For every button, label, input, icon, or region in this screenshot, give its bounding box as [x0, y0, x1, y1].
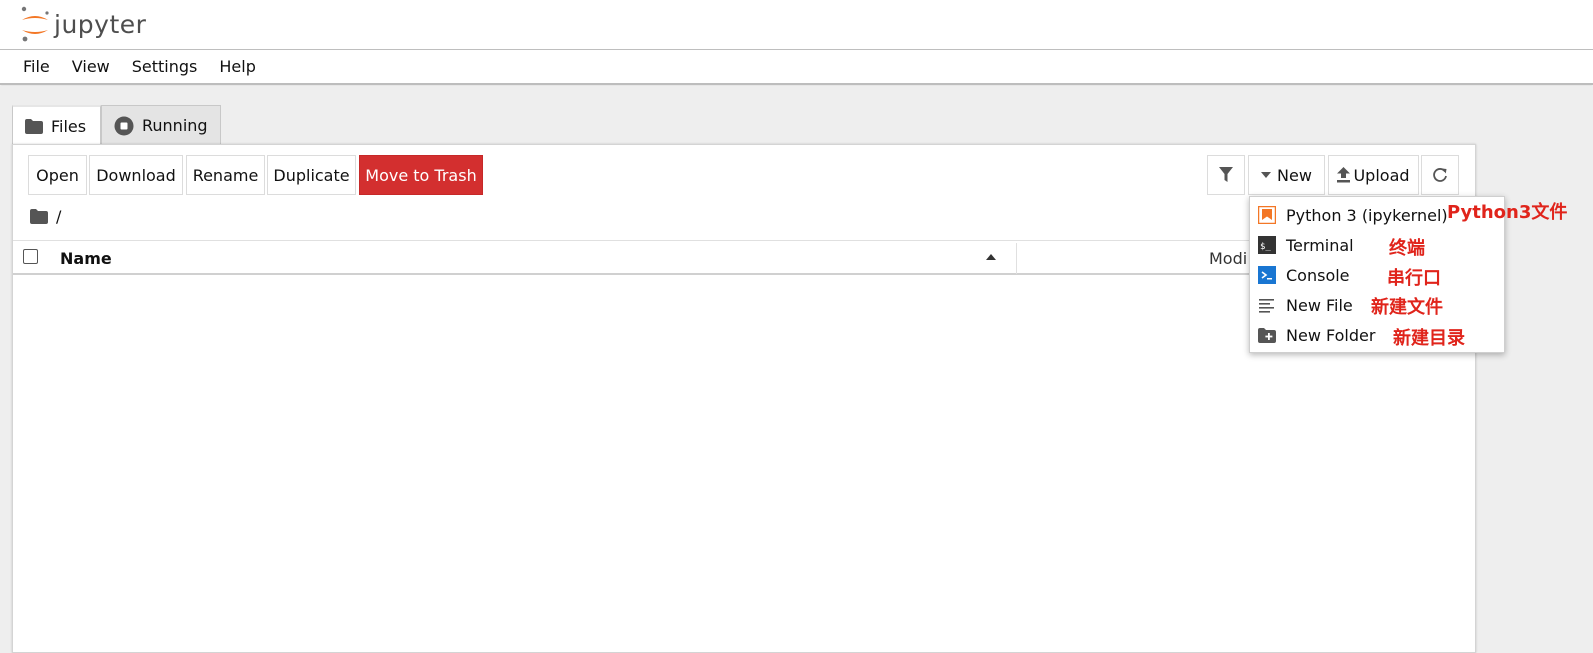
- move-to-trash-button[interactable]: Move to Trash: [359, 155, 483, 195]
- svg-text:$_: $_: [1260, 242, 1271, 252]
- menu-item-new-folder[interactable]: New Folder: [1258, 323, 1375, 347]
- tab-files-label: Files: [51, 116, 87, 136]
- duplicate-button[interactable]: Duplicate: [267, 155, 356, 195]
- download-button[interactable]: Download: [89, 155, 183, 195]
- menu-item-console-label: Console: [1286, 265, 1350, 285]
- folder-icon: [25, 118, 43, 134]
- menu-settings[interactable]: Settings: [121, 57, 209, 76]
- tab-files[interactable]: Files: [12, 105, 101, 145]
- annotation-console: 串行口: [1387, 268, 1441, 289]
- menu-item-new-file[interactable]: New File: [1258, 293, 1353, 317]
- select-all-checkbox[interactable]: [23, 249, 38, 264]
- menu-bar: File View Settings Help: [0, 50, 1593, 85]
- annotation-python3: Python3文件: [1447, 202, 1568, 223]
- upload-icon: [1337, 167, 1351, 183]
- new-folder-icon: [1258, 326, 1276, 344]
- column-divider[interactable]: [1016, 243, 1017, 274]
- menu-help[interactable]: Help: [208, 57, 266, 76]
- menu-item-terminal-label: Terminal: [1286, 235, 1354, 255]
- rename-button[interactable]: Rename: [186, 155, 265, 195]
- upload-button-label: Upload: [1353, 165, 1410, 185]
- annotation-new-file: 新建文件: [1371, 297, 1443, 318]
- menu-item-python3-label: Python 3 (ipykernel): [1286, 205, 1448, 225]
- tab-running-label: Running: [142, 116, 208, 135]
- breadcrumb: /: [30, 207, 61, 226]
- new-button[interactable]: New: [1248, 155, 1325, 195]
- menu-file[interactable]: File: [12, 57, 61, 76]
- menu-view[interactable]: View: [61, 57, 121, 76]
- stop-circle-icon: [114, 116, 134, 135]
- breadcrumb-root[interactable]: /: [56, 207, 61, 226]
- annotation-terminal: 终端: [1389, 238, 1425, 259]
- folder-icon[interactable]: [30, 209, 48, 224]
- menu-item-new-folder-label: New Folder: [1286, 325, 1376, 345]
- sort-ascending-icon[interactable]: [986, 254, 996, 260]
- text-file-icon: [1258, 296, 1276, 314]
- column-name[interactable]: Name: [60, 249, 112, 268]
- refresh-button[interactable]: [1421, 155, 1459, 195]
- menu-item-terminal[interactable]: $_ Terminal: [1258, 233, 1354, 257]
- upload-button[interactable]: Upload: [1328, 155, 1419, 195]
- caret-down-icon: [1261, 172, 1272, 178]
- menu-item-console[interactable]: Console: [1258, 263, 1350, 287]
- menu-item-python3[interactable]: Python 3 (ipykernel): [1258, 203, 1448, 227]
- python-notebook-icon: [1258, 206, 1276, 224]
- open-button[interactable]: Open: [28, 155, 87, 195]
- top-header: jupyter: [0, 0, 1593, 50]
- column-modified[interactable]: Modi: [1209, 249, 1247, 268]
- logo-text: jupyter: [54, 9, 147, 39]
- terminal-icon: $_: [1258, 236, 1276, 254]
- filter-icon: [1219, 167, 1233, 182]
- console-icon: [1258, 266, 1276, 284]
- menu-item-new-file-label: New File: [1286, 295, 1353, 315]
- jupyter-logo[interactable]: jupyter: [18, 4, 146, 44]
- jupyter-logo-icon: [18, 4, 52, 44]
- refresh-icon: [1433, 168, 1447, 182]
- annotation-new-folder: 新建目录: [1393, 328, 1465, 349]
- filter-button[interactable]: [1207, 155, 1245, 195]
- tab-running[interactable]: Running: [101, 105, 221, 145]
- new-button-label: New: [1277, 165, 1312, 185]
